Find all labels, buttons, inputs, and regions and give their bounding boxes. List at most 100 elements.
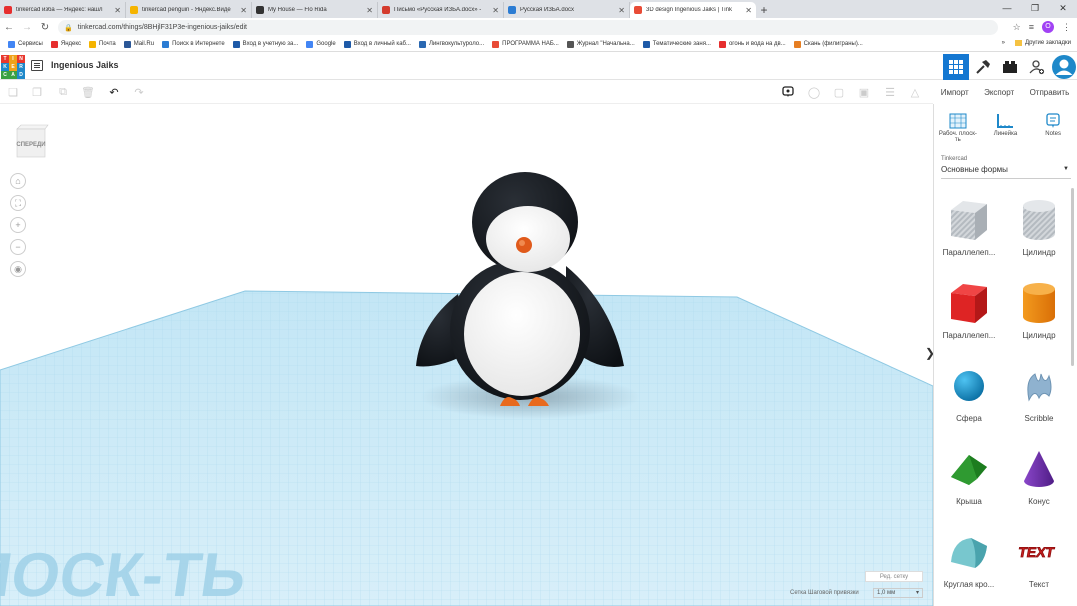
send-button[interactable]: Отправить: [1030, 88, 1070, 97]
shapes-scrollbar[interactable]: [1071, 188, 1074, 366]
export-button[interactable]: Экспорт: [984, 88, 1014, 97]
view-cube[interactable]: СПЕРЕДИ: [15, 123, 49, 159]
logo-letter: A: [9, 71, 17, 79]
user-avatar[interactable]: [1051, 54, 1077, 80]
bookmark-item[interactable]: Тематические заня...: [642, 40, 711, 48]
browser-tab[interactable]: 3D design Ingenious Jaiks | Tink ✕: [630, 2, 756, 18]
bricks-button[interactable]: [997, 54, 1023, 80]
shapes-panel: Рабоч. плоск-ть Линейка Notes Tinkercad Ос…: [933, 104, 1077, 606]
redo-icon[interactable]: ↷: [132, 85, 146, 99]
new-tab-icon[interactable]: +: [756, 2, 772, 18]
shape-roundroof[interactable]: Круглая кро...: [934, 524, 1004, 602]
browser-tab[interactable]: My House — Flo Rida ✕: [252, 2, 378, 18]
box-hole-icon: [934, 192, 1004, 248]
back-icon[interactable]: ←: [0, 22, 18, 33]
designs-menu-icon[interactable]: [31, 60, 43, 71]
panel-tool-notes[interactable]: Notes: [1033, 111, 1073, 152]
import-button[interactable]: Импорт: [941, 88, 969, 97]
copy-icon[interactable]: ❏: [6, 85, 20, 99]
other-bookmarks[interactable]: » Другие закладки: [1002, 40, 1071, 46]
snap-grid-value: 1,0 мм: [877, 590, 896, 596]
browser-tab[interactable]: Письмо «Русская ИЗБА.docx» - ✕: [378, 2, 504, 18]
edit-grid-button[interactable]: Ред. сетку: [865, 571, 923, 582]
panel-tool-ruler[interactable]: Линейка: [985, 111, 1025, 152]
bookmark-item[interactable]: Вход в учетную за...: [232, 40, 298, 48]
bookmark-item[interactable]: Вход в личный каб...: [343, 40, 411, 48]
panel-tool-workplane[interactable]: Рабоч. плоск-ть: [938, 111, 978, 152]
tab-close-icon[interactable]: ✕: [745, 6, 752, 15]
reload-icon[interactable]: ↻: [36, 22, 54, 33]
bookmark-item[interactable]: Почта: [89, 40, 116, 48]
browser-tab[interactable]: tinkercad penguin - Яндекс.Виде ✕: [126, 2, 252, 18]
tab-close-icon[interactable]: ✕: [618, 6, 625, 15]
bookmark-item[interactable]: Google: [306, 40, 336, 48]
star-icon[interactable]: ☆: [1013, 22, 1021, 33]
minimize-icon[interactable]: —: [993, 0, 1021, 16]
shape-scribble[interactable]: Scribble: [1004, 358, 1074, 436]
delete-icon[interactable]: 🗑: [81, 85, 95, 99]
bookmark-item[interactable]: Журнал "Начальна...: [566, 40, 635, 48]
browser-tab[interactable]: Русская ИЗБА.docx ✕: [504, 2, 630, 18]
undo-icon[interactable]: ↶: [107, 85, 121, 99]
3d-view-button[interactable]: [943, 53, 969, 80]
duplicate-icon[interactable]: ⧉: [56, 85, 70, 99]
add-user-button[interactable]: [1024, 54, 1050, 80]
bookmark-item[interactable]: Скань (филиграны)...: [793, 40, 863, 48]
panel-collapse-icon[interactable]: ❯: [925, 346, 933, 360]
group-icon[interactable]: ▢: [832, 85, 846, 99]
workplane-icon: [938, 111, 978, 131]
browser-menu-icon[interactable]: ⋮: [1062, 22, 1071, 33]
browser-tab[interactable]: tinkercad изба — Яндекс: нашл ✕: [0, 2, 126, 18]
blocks-button[interactable]: [970, 54, 996, 80]
zoom-out-icon[interactable]: −: [10, 239, 26, 255]
shape-library-select[interactable]: Основные формы ▼: [941, 165, 1071, 179]
profile-avatar[interactable]: О: [1042, 21, 1054, 33]
workplane-canvas[interactable]: ПЛОСК-ТЬ: [0, 104, 933, 606]
close-window-icon[interactable]: ✕: [1049, 0, 1077, 16]
fit-view-icon[interactable]: ⛶: [10, 195, 26, 211]
tinkercad-logo[interactable]: TINKERCAD: [1, 55, 25, 79]
scribble-icon: [1004, 358, 1074, 414]
ungroup-icon[interactable]: ▣: [857, 85, 871, 99]
snap-grid-select[interactable]: 1,0 мм ▾: [873, 588, 923, 598]
media-icon[interactable]: ≡: [1029, 22, 1034, 32]
design-title[interactable]: Ingenious Jaiks: [51, 60, 119, 70]
url-field[interactable]: 🔒 tinkercad.com/things/8BHjlF31P3e-ingen…: [58, 20, 998, 35]
align-icon[interactable]: ☰: [883, 85, 897, 99]
home-view-icon[interactable]: ⌂: [10, 173, 26, 189]
window-controls: — ❐ ✕: [993, 0, 1077, 16]
tab-close-icon[interactable]: ✕: [240, 6, 247, 15]
light-icon[interactable]: ◯: [807, 85, 821, 99]
zoom-in-icon[interactable]: +: [10, 217, 26, 233]
ortho-view-icon[interactable]: ◉: [10, 261, 26, 277]
tab-close-icon[interactable]: ✕: [366, 6, 373, 15]
bookmark-item[interactable]: Яндекс: [50, 40, 81, 48]
grid-view-icon: [949, 59, 963, 74]
workplane-viewport[interactable]: ПЛОСК-ТЬ СПЕРЕДИ ⌂ ⛶ + − ◉ Ред. сетку Се…: [0, 104, 933, 606]
shape-roof[interactable]: Крыша: [934, 441, 1004, 519]
shape-cyl-hole[interactable]: Цилиндр: [1004, 192, 1074, 270]
bookmark-item[interactable]: огонь и вода на дв...: [718, 40, 786, 48]
bookmark-item[interactable]: Сервисы: [8, 40, 43, 48]
bookmark-item[interactable]: ПРОГРАММА НАБ...: [492, 40, 559, 48]
shape-label: Параллелеп...: [942, 248, 996, 257]
shape-cone[interactable]: Конус: [1004, 441, 1074, 519]
bookmark-item[interactable]: Лингвокультуроло...: [418, 40, 484, 48]
bookmark-item[interactable]: Mail.Ru: [123, 40, 154, 48]
mirror-icon[interactable]: △: [908, 85, 922, 99]
shape-box[interactable]: Параллелеп...: [934, 275, 1004, 353]
paste-icon[interactable]: ❐: [30, 85, 44, 99]
tab-close-icon[interactable]: ✕: [492, 6, 499, 15]
tab-title: 3D design Ingenious Jaiks | Tink: [646, 7, 732, 13]
forward-icon[interactable]: →: [18, 22, 36, 33]
more-bookmarks-icon[interactable]: »: [1002, 40, 1005, 46]
shape-cyl[interactable]: Цилиндр: [1004, 275, 1074, 353]
shape-sphere[interactable]: Сфера: [934, 358, 1004, 436]
notes-toggle-icon[interactable]: [781, 85, 795, 99]
restore-icon[interactable]: ❐: [1021, 0, 1049, 16]
shape-text[interactable]: TEXT Текст: [1004, 524, 1074, 602]
bookmark-item[interactable]: Поиск в Интернете: [162, 40, 225, 48]
panel-tool-label: Рабоч. плоск-ть: [938, 131, 977, 143]
shape-box-hole[interactable]: Параллелеп...: [934, 192, 1004, 270]
tab-close-icon[interactable]: ✕: [114, 6, 121, 15]
